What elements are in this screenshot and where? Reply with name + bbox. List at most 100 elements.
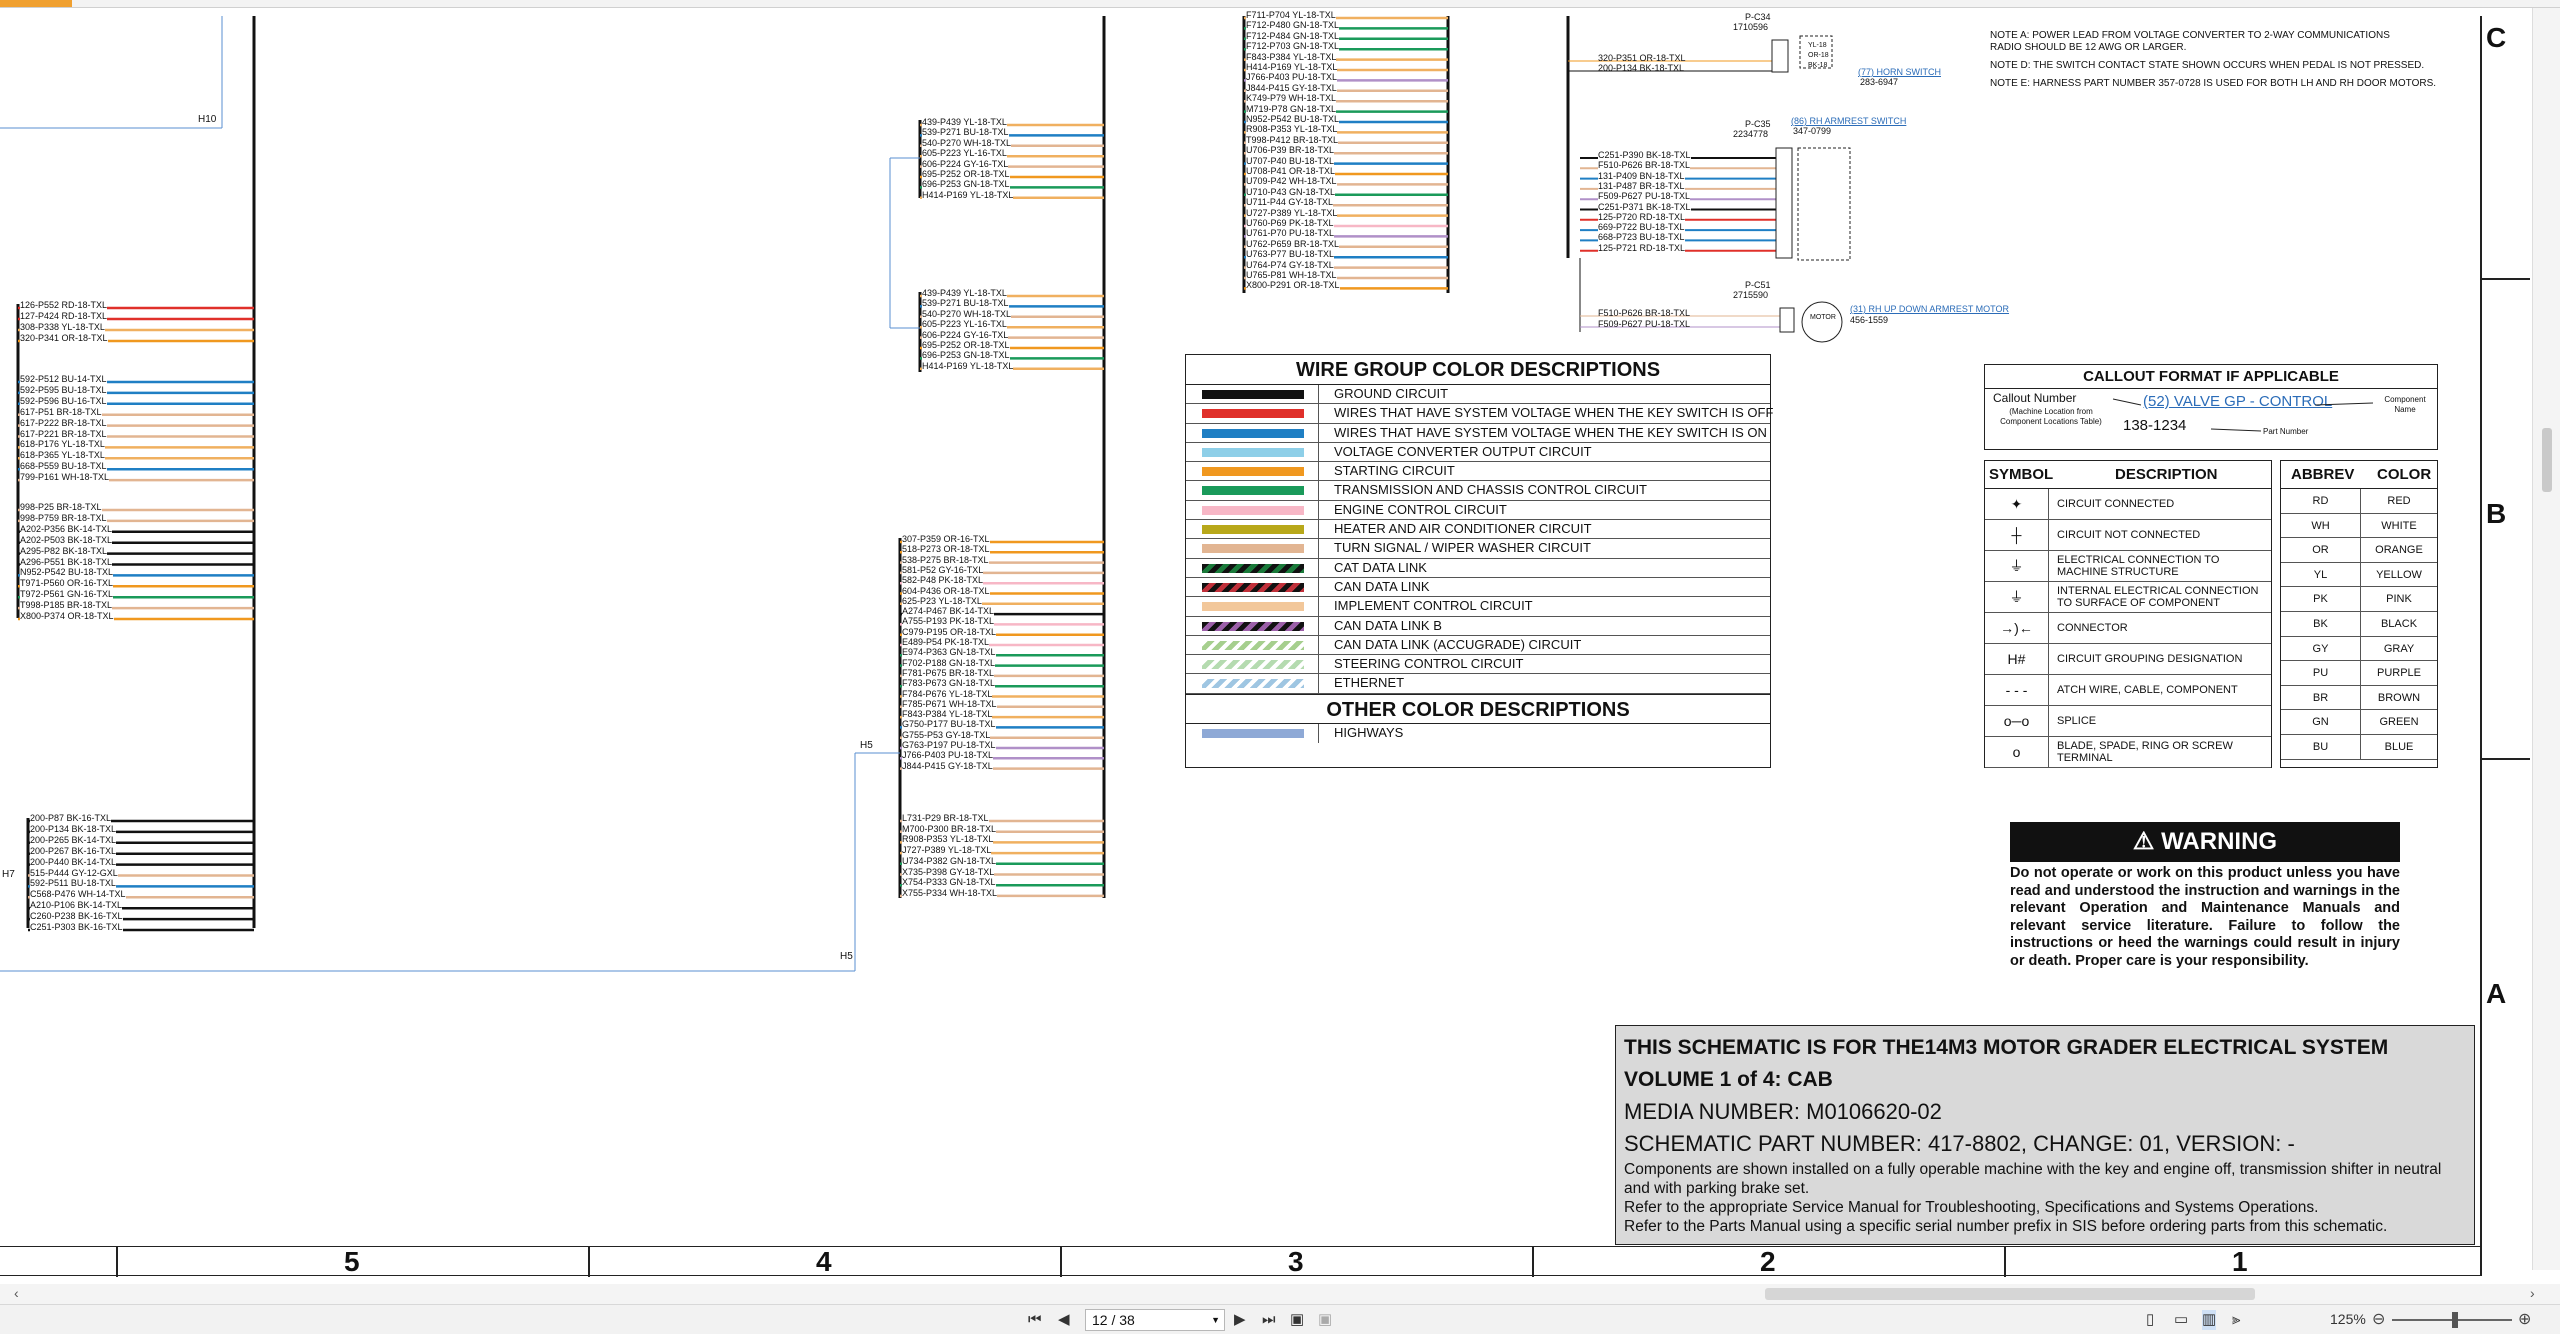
abbrev-code: PU	[2281, 661, 2361, 685]
armrest-wire-label: 131-P409 BN-18-TXL	[1598, 170, 1685, 181]
title-note-1: Components are shown installed on a full…	[1624, 1161, 2442, 1197]
single-page-view-icon[interactable]: ▯	[2146, 1310, 2154, 1330]
color-swatch	[1202, 602, 1304, 612]
wire-label: C979-P195 OR-18-TXL	[902, 626, 997, 637]
wire-label: M700-P300 BR-18-TXL	[902, 823, 997, 834]
col-5: 5	[344, 1246, 360, 1277]
wire-group-label: TURN SIGNAL / WIPER WASHER CIRCUIT	[1334, 540, 1591, 556]
horn-pin-label: YL-18	[1808, 42, 1827, 49]
wire-label: 540-P270 WH-18-TXL	[922, 308, 1012, 319]
wire-label: T998-P185 BR-18-TXL	[20, 600, 113, 611]
symbol-header: SYMBOL	[1989, 466, 2054, 483]
prev-page-icon[interactable]: ◀	[1058, 1310, 1070, 1330]
last-page-icon[interactable]: ⏭	[1262, 1310, 1276, 1330]
reading-mode-icon[interactable]: ⫸	[2232, 1310, 2240, 1330]
wire-label: F781-P675 BR-18-TXL	[902, 667, 995, 678]
wire-group-row: WIRES THAT HAVE SYSTEM VOLTAGE WHEN THE …	[1186, 423, 1770, 443]
color-swatch	[1202, 621, 1304, 631]
wire-group-color-table: WIRE GROUP COLOR DESCRIPTIONS GROUND CIR…	[1185, 354, 1773, 768]
wire-label: 998-P759 BR-18-TXL	[20, 512, 107, 523]
row-divider	[1318, 385, 1319, 404]
two-page-icon[interactable]: ▣	[1318, 1310, 1332, 1330]
fit-page-icon[interactable]: ▣	[1290, 1310, 1304, 1330]
horizontal-scroll-thumb[interactable]	[1765, 1288, 2255, 1300]
abbrev-code: PK	[2281, 587, 2361, 611]
wire-label: U706-P39 BR-18-TXL	[1246, 145, 1335, 156]
zoom-level[interactable]: 125%	[2330, 1311, 2366, 1327]
armrest-wire-label: C251-P390 BK-18-TXL	[1598, 150, 1691, 160]
motor-text: MOTOR	[1810, 314, 1836, 321]
wire-label: A210-P106 BK-14-TXL	[30, 900, 123, 911]
first-page-icon[interactable]: ⏮	[1028, 1310, 1042, 1330]
wire-label: 200-P134 BK-18-TXL	[30, 823, 117, 834]
col-divider	[1532, 1247, 1534, 1277]
scroll-right-icon[interactable]: ›	[2530, 1285, 2535, 1301]
scroll-left-icon[interactable]: ‹	[14, 1285, 19, 1301]
abbrev-row: BK BLACK	[2281, 611, 2437, 637]
abbrev-color: ORANGE	[2375, 544, 2423, 557]
wire-label: J727-P389 YL-18-TXL	[902, 845, 992, 856]
symbol-row: - - - ATCH WIRE, CABLE, COMPONENT	[1985, 675, 2271, 706]
zoom-out-icon[interactable]: ⊖	[2372, 1309, 2385, 1329]
wire-label: N952-P542 BU-18-TXL	[20, 567, 114, 578]
wire-label: 592-P595 BU-18-TXL	[20, 384, 107, 395]
row-divider	[1318, 577, 1319, 597]
motor-link[interactable]: (31) RH UP DOWN ARMREST MOTOR	[1850, 304, 2009, 314]
harness-h10: H10	[198, 114, 217, 125]
wire-label: U710-P43 GN-18-TXL	[1246, 186, 1336, 197]
wire-group-row: ENGINE CONTROL CIRCUIT	[1186, 500, 1770, 521]
note-a: NOTE A: POWER LEAD FROM VOLTAGE CONVERTE…	[1990, 30, 2390, 53]
color-swatch	[1202, 390, 1304, 399]
chevron-down-icon[interactable]: ▼	[1211, 1310, 1220, 1330]
zoom-in-icon[interactable]: ⊕	[2518, 1309, 2531, 1329]
abbrev-row: GY GRAY	[2281, 636, 2437, 662]
next-page-icon[interactable]: ▶	[1234, 1310, 1246, 1330]
vertical-scrollbar[interactable]	[2532, 8, 2560, 1270]
symbol-description: CIRCUIT CONNECTED	[2057, 498, 2175, 510]
horizontal-scrollbar[interactable]: ‹ ›	[0, 1284, 2560, 1304]
wire-group-row: VOLTAGE CONVERTER OUTPUT CIRCUIT	[1186, 442, 1770, 463]
page-number-field[interactable]: 12 / 38 ▼	[1085, 1309, 1225, 1331]
motor-connector-label: P-C51	[1745, 280, 1771, 290]
wire-label: 439-P439 YL-18-TXL	[922, 117, 1007, 127]
color-swatch	[1202, 544, 1304, 554]
armrest-switch-link[interactable]: (86) RH ARMREST SWITCH	[1791, 116, 1906, 126]
color-swatch	[1202, 660, 1304, 670]
wire-label: 695-P252 OR-18-TXL	[922, 169, 1010, 179]
schematic-part-number: SCHEMATIC PART NUMBER: 417-8802, CHANGE:…	[1624, 1131, 2295, 1156]
two-page-view-icon[interactable]: ▥	[2202, 1310, 2217, 1330]
file-tab[interactable]	[0, 0, 72, 7]
wire-label: 515-P444 GY-12-GXL	[30, 867, 118, 878]
continuous-view-icon[interactable]: ▭	[2174, 1310, 2188, 1330]
wire-label: 618-P176 YL-18-TXL	[20, 439, 105, 450]
zone-c: C	[2486, 22, 2507, 53]
abbreviation-table: ABBREV COLOR RD RED WH WHITE OR ORANGE YL YELLO…	[2280, 460, 2438, 768]
abbrev-code: BK	[2281, 611, 2361, 636]
wire-group-label: CAN DATA LINK (ACCUGRADE) CIRCUIT	[1334, 636, 1582, 652]
wire-label: 606-P224 GY-16-TXL	[922, 329, 1009, 340]
wire-label: 581-P52 GY-16-TXL	[902, 564, 984, 575]
wire-label: X800-P291 OR-18-TXL	[1246, 280, 1340, 291]
title-note-3: Refer to the Parts Manual using a specif…	[1624, 1218, 2388, 1235]
col-3: 3	[1288, 1246, 1304, 1277]
wire-label: F702-P188 GN-18-TXL	[902, 657, 996, 668]
wire-label: 668-P559 BU-18-TXL	[20, 461, 107, 472]
horn-switch-link[interactable]: (77) HORN SWITCH	[1858, 67, 1941, 77]
abbrev-color: GREEN	[2379, 716, 2419, 729]
abbrev-code: RD	[2281, 489, 2361, 513]
wire-label: F712-P703 GN-18-TXL	[1246, 41, 1340, 52]
zoom-slider-handle[interactable]	[2452, 1312, 2458, 1328]
wire-label: J844-P415 GY-18-TXL	[902, 760, 993, 771]
horn-connector-part: 1710596	[1733, 22, 1769, 32]
status-bar: ⏮ ◀ 12 / 38 ▼ ▶ ⏭ ▣ ▣ ▯ ▭ ▥ ⫸ 125% ⊖ ⊕	[0, 1304, 2560, 1334]
symbol-glyph: o	[1985, 737, 2049, 767]
zone-divider-ba	[2480, 758, 2530, 760]
symbol-description: INTERNAL ELECTRICAL CONNECTION TO SURFAC…	[2057, 585, 2259, 609]
volume-label: VOLUME 1 of 4: CAB	[1624, 1068, 1833, 1091]
abbrev-code: OR	[2281, 538, 2361, 562]
horn-pin-label: BK-18	[1808, 62, 1828, 69]
col-1: 1	[2232, 1246, 2248, 1277]
color-swatch	[1202, 563, 1304, 573]
color-swatch	[1202, 728, 1304, 738]
vertical-scroll-thumb[interactable]	[2542, 428, 2552, 492]
